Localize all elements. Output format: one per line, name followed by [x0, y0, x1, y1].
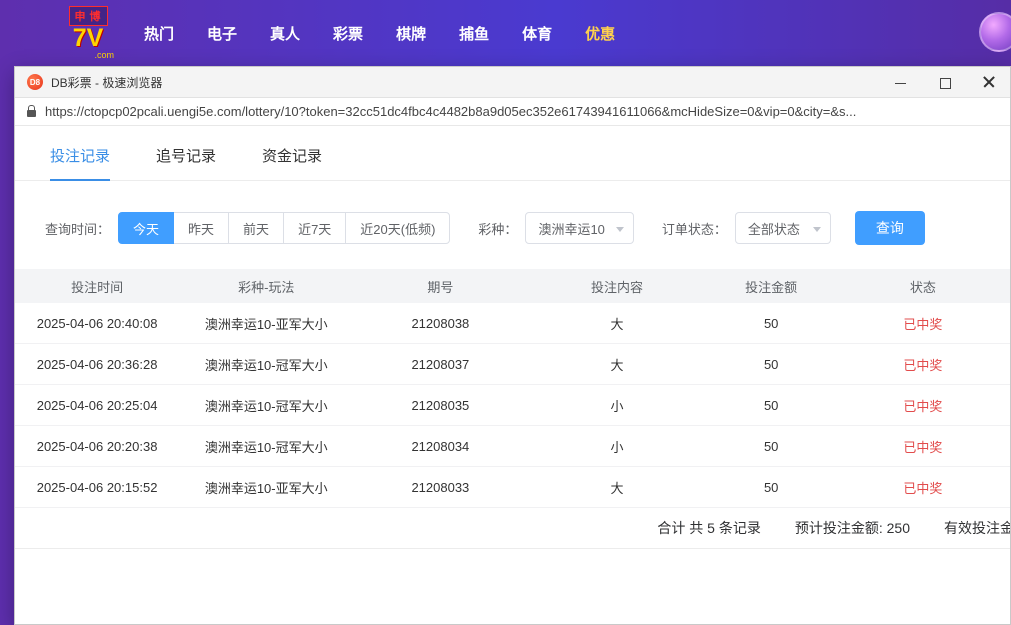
col-header-bet-amount: 投注金额	[707, 277, 836, 296]
url-text[interactable]: https://ctopcp02pcali.uengi5e.com/lotter…	[45, 104, 856, 119]
status-badge: 已中奖	[836, 396, 1010, 415]
lottery-play-cell: 澳洲幸运10-冠军大小	[179, 355, 353, 374]
chevron-down-icon	[616, 227, 624, 232]
tab-chase-records[interactable]: 追号记录	[156, 145, 216, 180]
table-row[interactable]: 2025-04-06 20:25:04 澳洲幸运10-冠军大小 21208035…	[15, 385, 1010, 426]
bet-content-cell: 大	[527, 314, 706, 333]
table-body: 2025-04-06 20:40:08 澳洲幸运10-亚军大小 21208038…	[15, 303, 1010, 508]
search-button[interactable]: 查询	[855, 211, 925, 245]
issue-cell: 21208038	[353, 316, 527, 331]
chevron-down-icon	[813, 227, 821, 232]
tab-bet-records[interactable]: 投注记录	[50, 145, 110, 181]
summary-bar: 合计 共 5 条记录 预计投注金额: 250 有效投注金额	[15, 508, 1010, 549]
window-app-icon: D8	[27, 74, 43, 90]
logo-top-text: 申博	[69, 6, 108, 26]
time-option-7days[interactable]: 近7天	[283, 212, 346, 244]
site-logo[interactable]: 申博 7V .com	[62, 6, 114, 60]
table-row[interactable]: 2025-04-06 20:20:38 澳洲幸运10-冠军大小 21208034…	[15, 426, 1010, 467]
user-avatar[interactable]	[979, 12, 1011, 52]
bet-amount-cell: 50	[707, 480, 836, 495]
window-controls	[894, 75, 996, 89]
order-status-label: 订单状态：	[662, 219, 727, 238]
bet-time-cell: 2025-04-06 20:20:38	[15, 439, 179, 454]
logo-suffix-text: .com	[94, 51, 114, 60]
status-badge: 已中奖	[836, 355, 1010, 374]
nav-item-live[interactable]: 真人	[270, 23, 300, 44]
nav-item-cards[interactable]: 棋牌	[396, 23, 426, 44]
col-header-issue: 期号	[353, 277, 527, 296]
window-title: DB彩票 - 极速浏览器	[51, 74, 162, 91]
time-option-20days[interactable]: 近20天(低频)	[345, 212, 450, 244]
bet-content-cell: 小	[527, 437, 706, 456]
filter-bar: 查询时间： 今天 昨天 前天 近7天 近20天(低频) 彩种： 澳洲幸运10 订…	[45, 211, 1010, 245]
nav-item-slots[interactable]: 电子	[207, 23, 237, 44]
lottery-play-cell: 澳洲幸运10-冠军大小	[179, 437, 353, 456]
col-header-bet-time: 投注时间	[15, 277, 179, 296]
order-status-value: 全部状态	[748, 219, 800, 238]
lottery-select-label: 彩种：	[478, 219, 517, 238]
time-filter-group: 今天 昨天 前天 近7天 近20天(低频)	[118, 212, 450, 244]
time-filter-label: 查询时间：	[45, 219, 110, 238]
table-row[interactable]: 2025-04-06 20:36:28 澳洲幸运10-冠军大小 21208037…	[15, 344, 1010, 385]
lottery-select[interactable]: 澳洲幸运10	[525, 212, 633, 244]
nav-item-sports[interactable]: 体育	[522, 23, 552, 44]
nav-item-lottery[interactable]: 彩票	[333, 23, 363, 44]
maximize-icon[interactable]	[938, 75, 952, 89]
site-nav: 热门 电子 真人 彩票 棋牌 捕鱼 体育 优惠	[144, 23, 615, 44]
lottery-play-cell: 澳洲幸运10-冠军大小	[179, 396, 353, 415]
order-status-select[interactable]: 全部状态	[735, 212, 831, 244]
bet-content-cell: 大	[527, 355, 706, 374]
table-row[interactable]: 2025-04-06 20:15:52 澳洲幸运10-亚军大小 21208033…	[15, 467, 1010, 508]
col-header-status: 状态	[836, 277, 1010, 296]
nav-item-promo[interactable]: 优惠	[585, 23, 615, 44]
summary-valid-amount: 有效投注金额	[944, 518, 1010, 538]
bet-time-cell: 2025-04-06 20:25:04	[15, 398, 179, 413]
window-title-bar[interactable]: D8 DB彩票 - 极速浏览器	[15, 67, 1010, 98]
table-row[interactable]: 2025-04-06 20:40:08 澳洲幸运10-亚军大小 21208038…	[15, 303, 1010, 344]
bet-time-cell: 2025-04-06 20:36:28	[15, 357, 179, 372]
issue-cell: 21208037	[353, 357, 527, 372]
issue-cell: 21208035	[353, 398, 527, 413]
record-tabs: 投注记录 追号记录 资金记录	[15, 126, 1010, 181]
lottery-play-cell: 澳洲幸运10-亚军大小	[179, 478, 353, 497]
time-option-daybefore[interactable]: 前天	[228, 212, 284, 244]
minimize-icon[interactable]	[894, 75, 908, 89]
col-header-lottery-play: 彩种-玩法	[179, 277, 353, 296]
bet-amount-cell: 50	[707, 316, 836, 331]
bet-amount-cell: 50	[707, 357, 836, 372]
bet-amount-cell: 50	[707, 439, 836, 454]
bet-time-cell: 2025-04-06 20:15:52	[15, 480, 179, 495]
bet-time-cell: 2025-04-06 20:40:08	[15, 316, 179, 331]
lottery-select-value: 澳洲幸运10	[538, 219, 604, 238]
site-top-bar: 申博 7V .com 热门 电子 真人 彩票 棋牌 捕鱼 体育 优惠	[0, 0, 1011, 66]
lock-icon	[27, 110, 36, 117]
summary-expected-amount: 预计投注金额: 250	[795, 518, 910, 538]
time-option-yesterday[interactable]: 昨天	[173, 212, 229, 244]
close-icon[interactable]	[982, 75, 996, 89]
url-bar[interactable]: https://ctopcp02pcali.uengi5e.com/lotter…	[15, 98, 1010, 126]
status-badge: 已中奖	[836, 478, 1010, 497]
issue-cell: 21208034	[353, 439, 527, 454]
summary-total-count: 合计 共 5 条记录	[657, 518, 760, 538]
status-badge: 已中奖	[836, 314, 1010, 333]
bet-content-cell: 大	[527, 478, 706, 497]
status-badge: 已中奖	[836, 437, 1010, 456]
bet-content-cell: 小	[527, 396, 706, 415]
tab-fund-records[interactable]: 资金记录	[262, 145, 322, 180]
bet-records-table: 投注时间 彩种-玩法 期号 投注内容 投注金额 状态 2025-04-06 20…	[15, 269, 1010, 508]
window-bottom-space	[15, 549, 1010, 624]
browser-window: D8 DB彩票 - 极速浏览器 https://ctopcp02pcali.ue…	[14, 66, 1011, 625]
logo-main-text: 7V	[73, 26, 104, 51]
time-option-today[interactable]: 今天	[118, 212, 174, 244]
nav-item-fishing[interactable]: 捕鱼	[459, 23, 489, 44]
bet-amount-cell: 50	[707, 398, 836, 413]
lottery-play-cell: 澳洲幸运10-亚军大小	[179, 314, 353, 333]
col-header-bet-content: 投注内容	[527, 277, 706, 296]
nav-item-hot[interactable]: 热门	[144, 23, 174, 44]
summary-content: 合计 共 5 条记录 预计投注金额: 250 有效投注金额	[15, 508, 1010, 548]
issue-cell: 21208033	[353, 480, 527, 495]
table-header-row: 投注时间 彩种-玩法 期号 投注内容 投注金额 状态	[15, 269, 1010, 303]
